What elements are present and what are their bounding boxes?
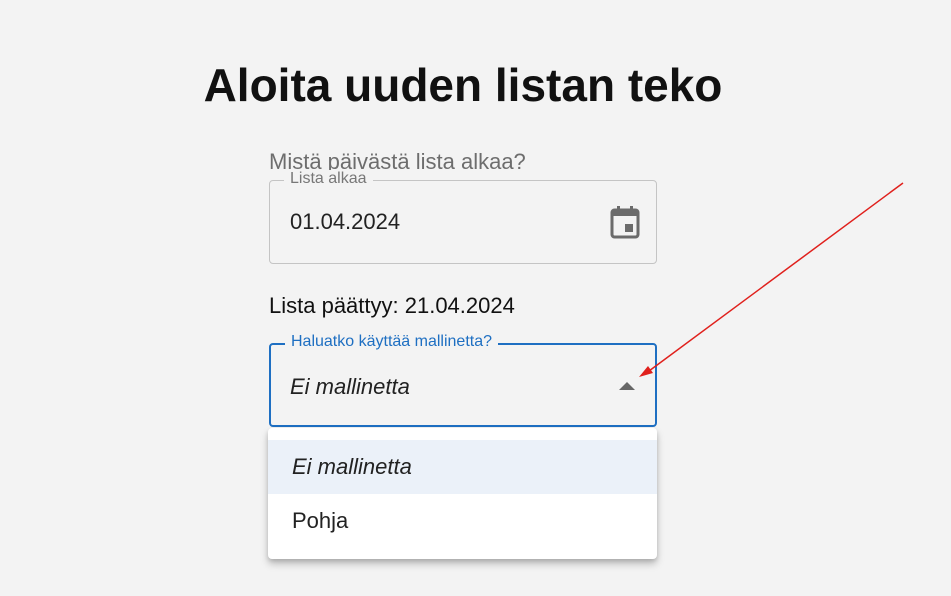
start-date-label: Lista alkaa	[284, 170, 373, 188]
start-date-value[interactable]: 01.04.2024	[290, 209, 400, 235]
start-date-field[interactable]: Lista alkaa 01.04.2024	[269, 170, 657, 264]
option-ei-mallinetta[interactable]: Ei mallinetta	[268, 440, 657, 494]
template-select-value[interactable]: Ei mallinetta	[290, 374, 410, 400]
end-date-text: Lista päättyy: 21.04.2024	[269, 293, 515, 318]
option-pohja[interactable]: Pohja	[268, 494, 657, 548]
template-select-label: Haluatko käyttää mallinetta?	[285, 333, 498, 351]
template-options-menu: Ei mallinetta Pohja	[268, 428, 657, 559]
page: Aloita uuden listan teko Mistä päivästä …	[0, 0, 951, 596]
template-select[interactable]: Haluatko käyttää mallinetta? Ei mallinet…	[269, 333, 657, 427]
arrow-up-icon[interactable]	[617, 379, 637, 393]
calendar-icon[interactable]	[610, 205, 640, 239]
page-title: Aloita uuden listan teko	[203, 59, 723, 111]
